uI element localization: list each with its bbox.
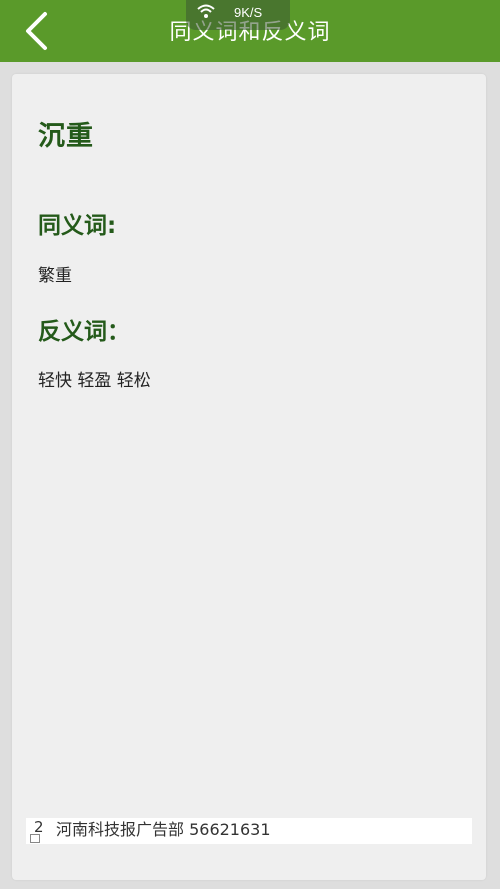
app-header: 同义词和反义词 9K/S [0, 0, 500, 62]
network-speed: 9K/S [234, 5, 263, 20]
ad-square-icon [30, 834, 40, 843]
network-status: 9K/S [186, 0, 290, 30]
antonyms-heading: 反义词： [38, 319, 130, 345]
ad-text: 河南科技报广告部 56621631 [56, 820, 271, 839]
word-title: 沉重 [38, 121, 94, 152]
antonyms-list: 轻快 轻盈 轻松 [38, 371, 151, 391]
ad-banner[interactable]: 2 河南科技报广告部 56621631 [26, 818, 472, 844]
wifi-icon [197, 4, 215, 18]
synonyms-heading: 同义词: [38, 213, 117, 239]
content-card: 沉重 同义词: 繁重 反义词： 轻快 轻盈 轻松 [12, 74, 486, 880]
synonyms-list: 繁重 [38, 266, 72, 286]
